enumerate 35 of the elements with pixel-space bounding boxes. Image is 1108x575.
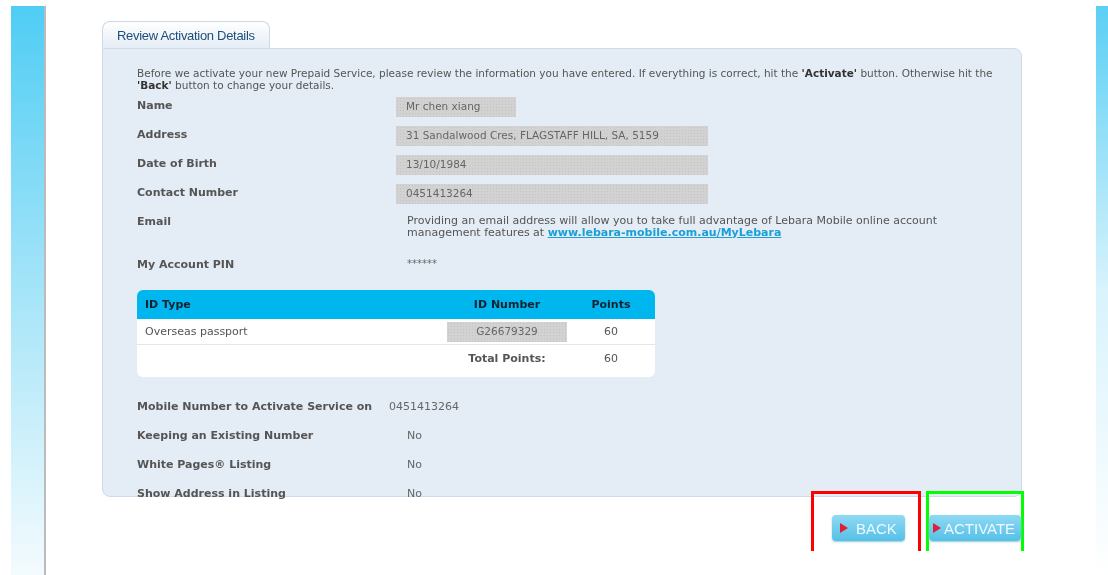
- field-value: No: [406, 486, 422, 500]
- masked-value: 31 Sandalwood Cres, FLAGSTAFF HILL, SA, 5159: [396, 126, 708, 146]
- field-label: Address: [137, 127, 189, 141]
- field-value: 0451413264: [388, 399, 460, 413]
- field-value: No: [406, 428, 422, 442]
- masked-value: G26679329: [447, 321, 567, 342]
- field-label: Contact Number: [137, 185, 239, 199]
- column-header: ID Number: [472, 298, 542, 311]
- field-value: No: [406, 457, 422, 471]
- my-lebara-link[interactable]: www.lebara-mobile.com.au/MyLebara: [547, 226, 782, 239]
- total-label: Total Points:: [467, 351, 547, 365]
- email-note: Providing an email address will allow you to take full advantage of Lebara Mobile online account management features at www.lebara-mobile.com.au/MyLebara: [406, 213, 938, 241]
- field-value: ******: [406, 257, 437, 269]
- intro-text: Before we activate your new Prepaid Service, please review the information you have entered. If everything is correct, hit the 'Activate' button. Otherwise hit the 'Back' button to change your details.: [137, 67, 994, 91]
- masked-value: 13/10/1984: [396, 155, 708, 175]
- field-label: White Pages® Listing: [137, 457, 273, 471]
- field-label: Date of Birth: [137, 156, 218, 170]
- masked-value: Mr chen xiang: [396, 97, 516, 117]
- table-cell-text: 60: [603, 325, 619, 338]
- activate-button[interactable]: ACTIVATE: [929, 515, 1022, 541]
- field-label: My Account PIN: [137, 257, 236, 271]
- back-button[interactable]: BACK: [832, 515, 905, 541]
- field-label: Keeping an Existing Number: [137, 428, 315, 442]
- field-label: Name: [137, 98, 174, 112]
- play-icon: [840, 523, 848, 533]
- field-label: Mobile Number to Activate Service on: [137, 399, 373, 413]
- field-label: Email: [137, 214, 172, 228]
- column-header: Points: [590, 298, 632, 311]
- table-cell-text: Overseas passport: [144, 325, 249, 338]
- field-label: Show Address in Listing: [137, 486, 287, 500]
- masked-value: 0451413264: [396, 184, 708, 204]
- column-header: ID Type: [144, 298, 192, 311]
- total-value: 60: [603, 351, 619, 365]
- section-tab[interactable]: Review Activation Details: [102, 21, 270, 48]
- play-icon: [933, 523, 941, 533]
